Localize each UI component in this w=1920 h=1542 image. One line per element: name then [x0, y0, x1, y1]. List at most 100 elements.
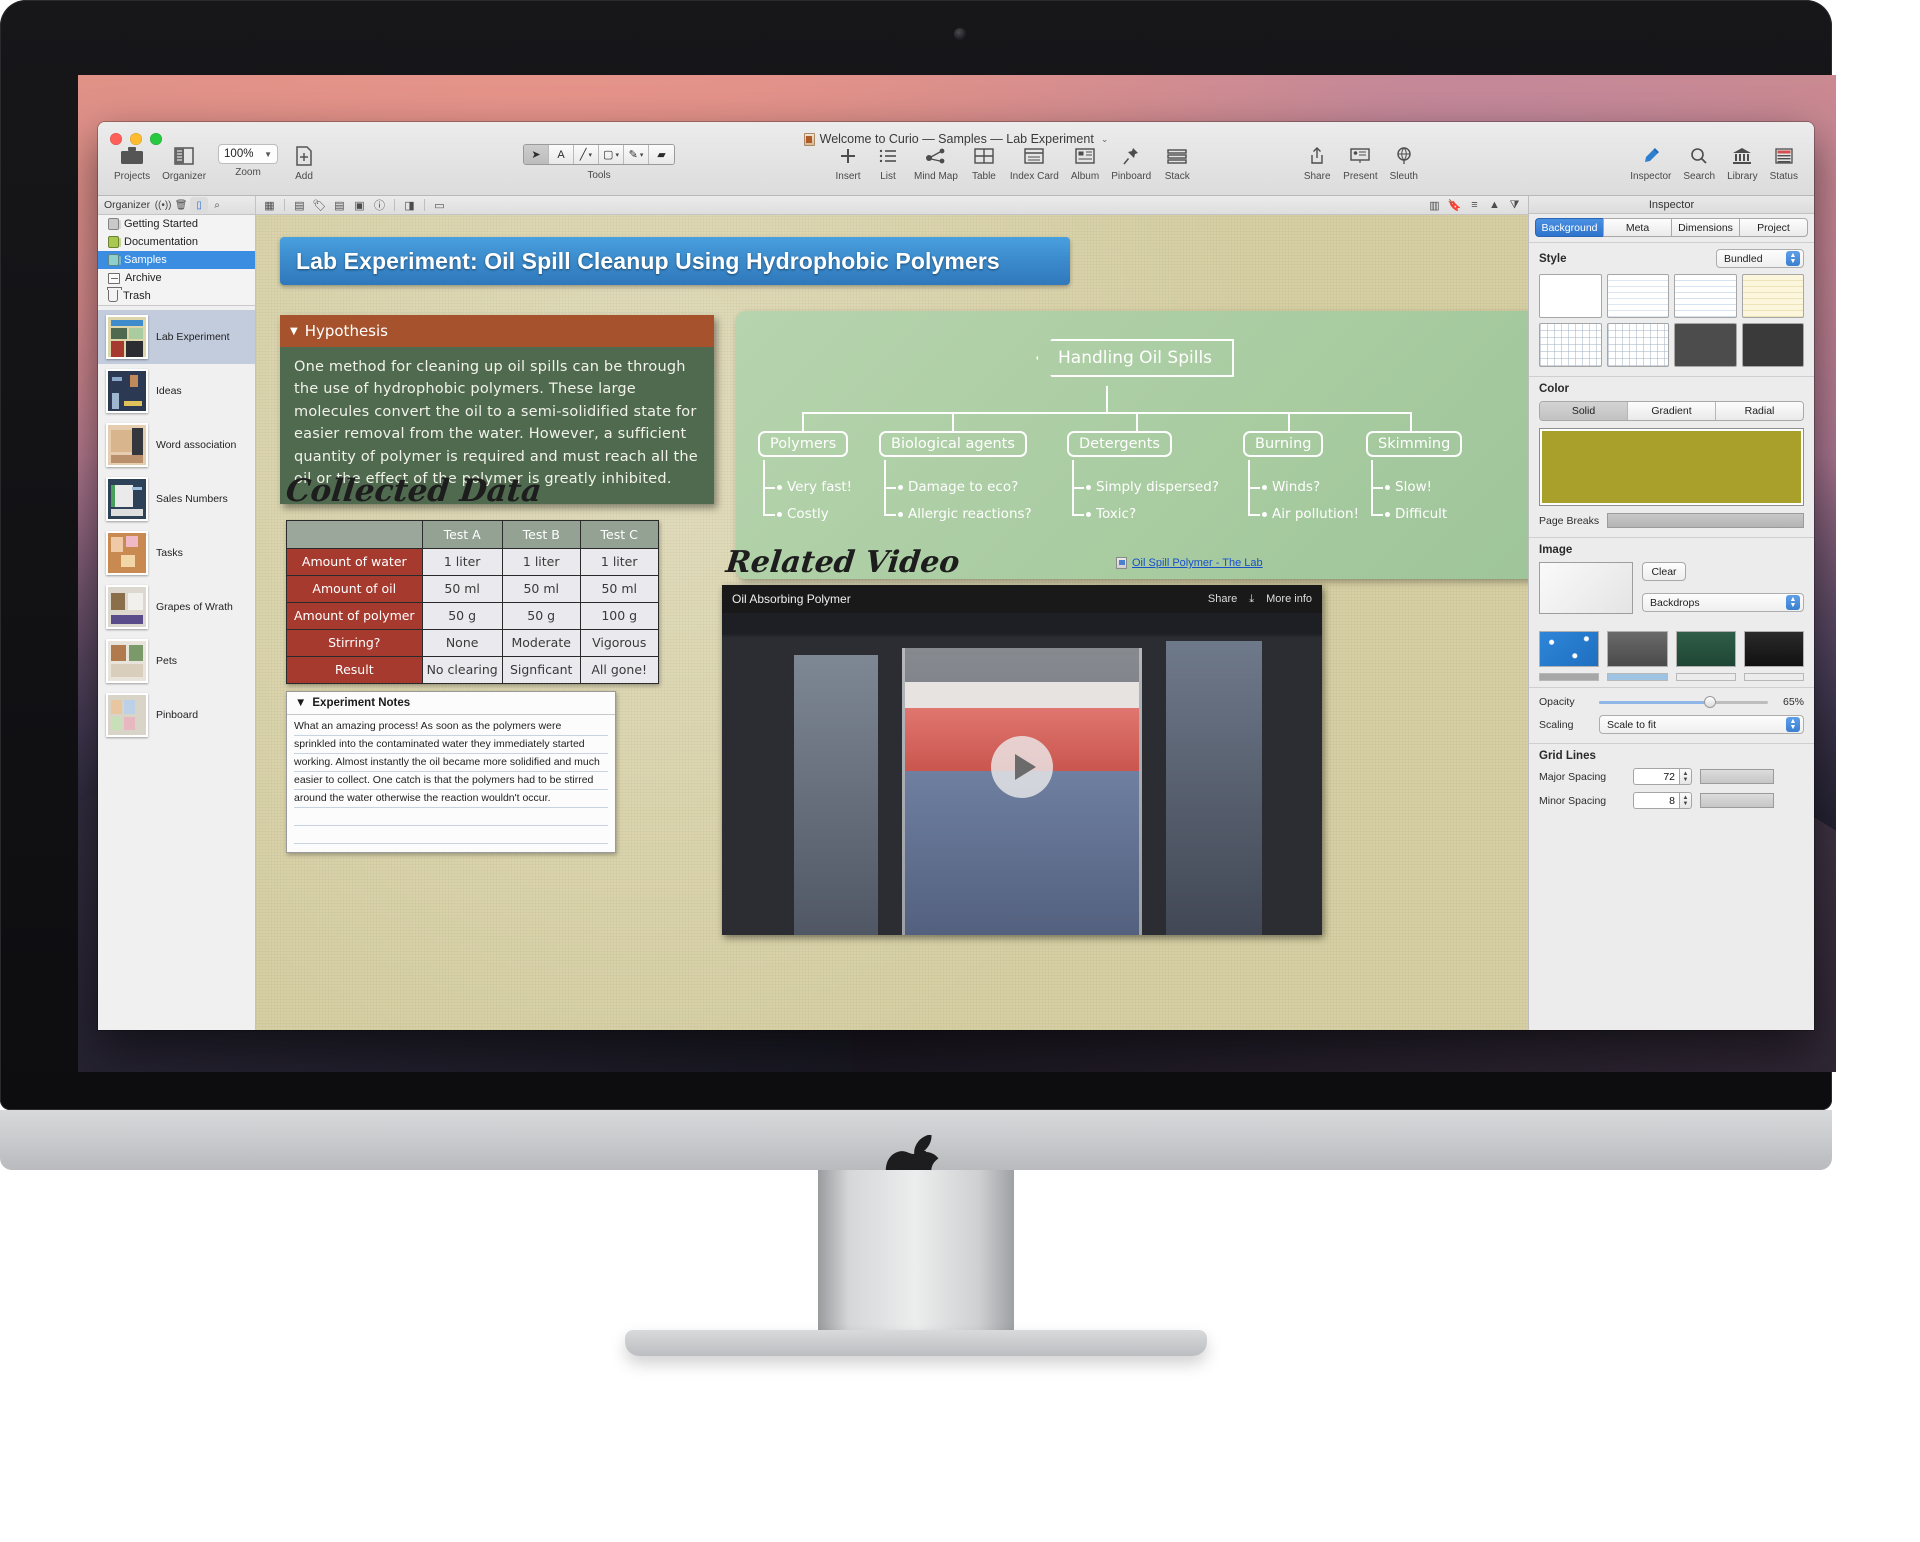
clear-button[interactable]: Clear [1642, 562, 1686, 581]
mindmap-leaf[interactable]: Allergic reactions? [898, 506, 1032, 522]
style-swatch[interactable] [1606, 323, 1669, 367]
inspector-button[interactable]: Inspector [1624, 144, 1677, 182]
backdrop-thumbnails[interactable] [1529, 623, 1814, 667]
backdrop-thumb[interactable] [1607, 631, 1668, 667]
inspector-tabs[interactable]: Background Meta Dimensions Project [1529, 214, 1814, 242]
video-link[interactable]: Oil Spill Polymer - The Lab [1132, 557, 1263, 569]
list-button[interactable]: List [868, 144, 908, 182]
add-button[interactable]: Add [284, 144, 324, 182]
list-item[interactable]: Grapes of Wrath [98, 580, 255, 634]
mindmap-node[interactable]: Burning [1243, 431, 1324, 457]
minor-spacing-stepper[interactable]: 8 ▲ ▼ [1633, 792, 1692, 809]
mindmap-node[interactable]: Polymers [758, 431, 849, 457]
notes-icon[interactable]: ▤ [330, 197, 349, 213]
style-swatch[interactable] [1741, 323, 1804, 367]
library-button[interactable]: Library [1721, 144, 1764, 182]
style-swatch[interactable] [1674, 274, 1737, 318]
mindmap-node[interactable]: Detergents [1067, 431, 1172, 457]
list-item[interactable]: Pets [98, 634, 255, 688]
page-breaks-color-well[interactable] [1607, 513, 1804, 528]
mindmap-leaf[interactable]: Very fast! [777, 479, 852, 495]
split-view-icon[interactable]: ▥ [1425, 197, 1444, 213]
tab-meta[interactable]: Meta [1603, 218, 1671, 237]
select-arrow-tool[interactable]: ➤ [524, 145, 549, 164]
color-mode-solid[interactable]: Solid [1540, 402, 1628, 420]
mindmap-leaf[interactable]: Damage to eco? [898, 479, 1018, 495]
list-item[interactable]: Lab Experiment [98, 310, 255, 364]
mindmap-leaf[interactable]: Winds? [1262, 479, 1320, 495]
index-card-button[interactable]: Index Card [1004, 144, 1065, 182]
video-link-row[interactable]: Oil Spill Polymer - The Lab [1116, 557, 1263, 569]
pinboard-button[interactable]: Pinboard [1105, 144, 1157, 182]
idea-space-canvas[interactable]: Lab Experiment: Oil Spill Cleanup Using … [256, 215, 1528, 1030]
title-banner[interactable]: Lab Experiment: Oil Spill Cleanup Using … [280, 237, 1070, 285]
mindmap-leaf[interactable]: Air pollution! [1262, 506, 1359, 522]
list-item[interactable]: Tasks [98, 526, 255, 580]
backdrop-thumb[interactable] [1607, 673, 1668, 681]
style-swatch[interactable] [1539, 274, 1602, 318]
trash-icon[interactable]: 🗑 [172, 197, 190, 213]
experiment-notes-header[interactable]: ▼ Experiment Notes [287, 692, 615, 715]
mind-map-figure[interactable]: Handling Oil Spills Polymers Biological … [736, 311, 1528, 579]
broadcast-icon[interactable]: ((•)) [154, 197, 172, 213]
mindmap-root-node[interactable]: Handling Oil Spills [1036, 339, 1235, 377]
flashcard-icon[interactable]: ◨ [400, 197, 419, 213]
info-icon[interactable]: ⓘ [370, 197, 389, 213]
video-more-info-button[interactable]: More info [1266, 593, 1312, 605]
mindmap-leaf[interactable]: Simply dispersed? [1086, 479, 1219, 495]
bookmark-icon[interactable]: 🔖 [1445, 197, 1464, 213]
collected-data-title[interactable]: Collected Data [284, 473, 543, 509]
tab-dimensions[interactable]: Dimensions [1671, 218, 1739, 237]
experiment-notes-figure[interactable]: ▼ Experiment Notes What an amazing proce… [286, 691, 616, 853]
mindmap-leaf[interactable]: Slow! [1385, 479, 1432, 495]
minor-spacing-input[interactable]: 8 [1633, 792, 1679, 809]
stepper-arrows-icon[interactable]: ▲ ▼ [1679, 768, 1692, 785]
disclosure-triangle-icon[interactable]: ▼ [295, 697, 306, 709]
style-swatch-grid[interactable] [1539, 274, 1804, 367]
list-item[interactable]: Ideas [98, 364, 255, 418]
projects-button[interactable]: Projects [108, 144, 156, 182]
mindmap-leaf[interactable]: Costly [777, 506, 829, 522]
present-button[interactable]: Present [1337, 144, 1383, 182]
major-spacing-input[interactable]: 72 [1633, 768, 1679, 785]
related-video-title[interactable]: Related Video [724, 545, 961, 580]
play-button[interactable] [991, 736, 1053, 798]
align-icon[interactable]: ≡ [1465, 197, 1484, 213]
color-well[interactable] [1539, 428, 1804, 506]
minor-grid-color-well[interactable] [1700, 793, 1774, 808]
sidebar-item-getting-started[interactable]: Getting Started [98, 215, 255, 233]
color-mode-segments[interactable]: Solid Gradient Radial [1539, 401, 1804, 421]
text-tool[interactable]: A [549, 145, 574, 164]
briefcase-icon[interactable]: ▭ [430, 197, 449, 213]
video-share-button[interactable]: Share [1208, 593, 1237, 605]
pen-tool[interactable]: ✎ ▾ [624, 145, 649, 164]
collected-data-table[interactable]: Test A Test B Test C Amount of water 1 l… [286, 520, 659, 684]
style-swatch[interactable] [1606, 274, 1669, 318]
zoom-control[interactable]: 100% ▼ Zoom [212, 144, 284, 178]
organizer-button[interactable]: Organizer [156, 144, 212, 182]
search-icon[interactable]: ⌕ [208, 197, 226, 213]
index-card-icon[interactable]: ▣ [350, 197, 369, 213]
chevron-down-icon[interactable]: ⌄ [1101, 134, 1109, 145]
table-button[interactable]: Table [964, 144, 1004, 182]
mindmap-leaf[interactable]: Difficult [1385, 506, 1447, 522]
mind-map-button[interactable]: Mind Map [908, 144, 964, 182]
opacity-slider[interactable] [1599, 695, 1768, 708]
backdrop-thumb[interactable] [1675, 673, 1736, 681]
stack-button[interactable]: Stack [1157, 144, 1197, 182]
search-button[interactable]: Search [1677, 144, 1721, 182]
major-spacing-stepper[interactable]: 72 ▲ ▼ [1633, 768, 1692, 785]
shape-tool[interactable]: ▢ ▾ [599, 145, 624, 164]
video-embed[interactable]: Oil Absorbing Polymer Share ⤓ More info [722, 585, 1322, 935]
sleuth-button[interactable]: Sleuth [1384, 144, 1424, 182]
share-button[interactable]: Share [1297, 144, 1337, 182]
opacity-slider-knob[interactable] [1703, 695, 1716, 708]
new-idea-space-icon[interactable]: ▯ [190, 197, 209, 213]
style-popup[interactable]: Bundled ▲ ▼ [1716, 249, 1804, 268]
zoom-select[interactable]: 100% ▼ [218, 144, 279, 164]
eraser-tool[interactable]: ▰ [649, 145, 674, 164]
backdrop-thumb[interactable] [1675, 631, 1736, 667]
backdrop-thumb[interactable] [1743, 673, 1804, 681]
table-icon[interactable]: ▤ [290, 197, 309, 213]
scaling-popup[interactable]: Scale to fit ▲ ▼ [1599, 715, 1804, 734]
